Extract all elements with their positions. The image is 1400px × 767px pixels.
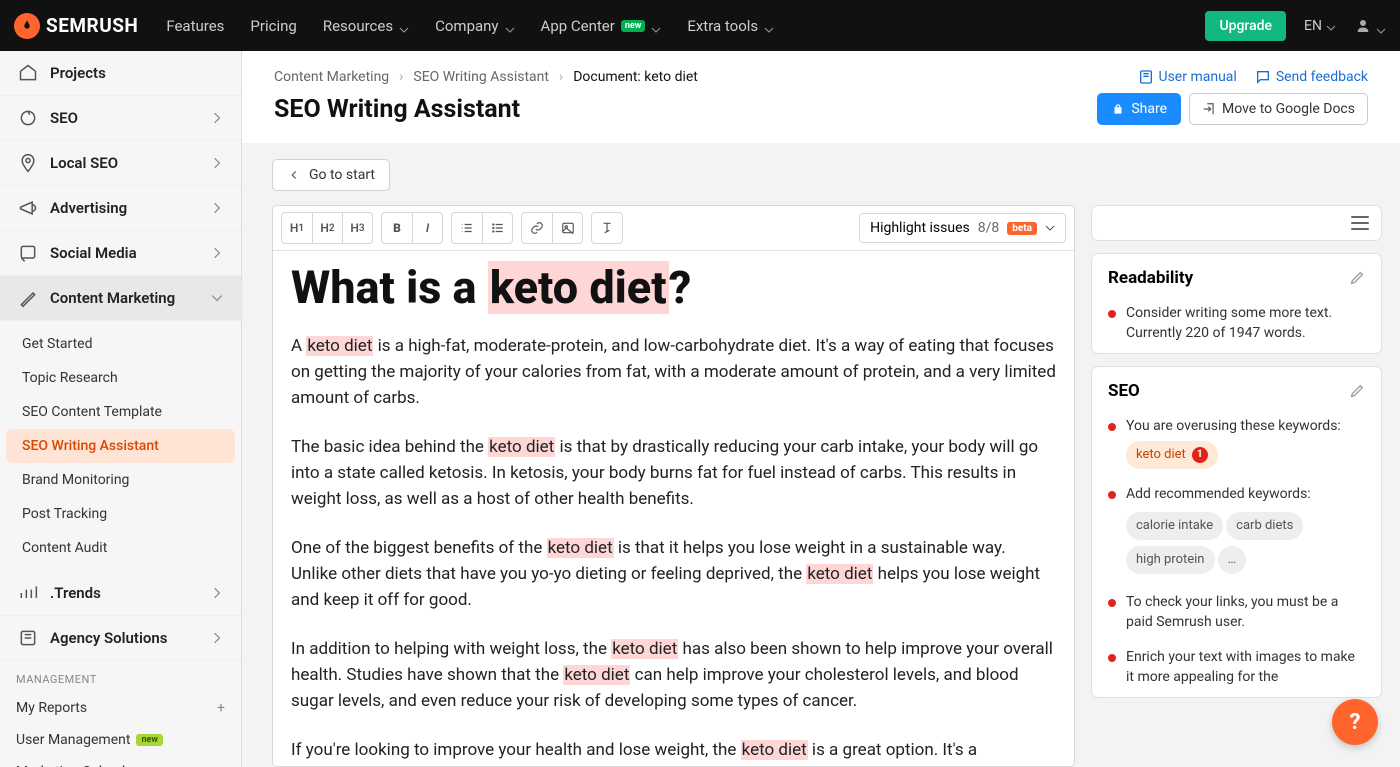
breadcrumb-current: Document: keto diet xyxy=(573,69,698,85)
panel-seo: SEO You are overusing these keywords: ket… xyxy=(1091,366,1382,698)
nav-pricing[interactable]: Pricing xyxy=(250,17,296,35)
new-badge: new xyxy=(136,734,163,746)
keyword-pill[interactable]: keto diet1 xyxy=(1126,441,1218,469)
highlight-issues-dropdown[interactable]: Highlight issues 8/8 beta xyxy=(859,213,1066,243)
help-fab[interactable]: ? xyxy=(1332,699,1378,745)
chevron-down-icon xyxy=(505,21,515,31)
h1-button[interactable]: H1 xyxy=(282,213,312,243)
sidebar-item-content-marketing[interactable]: Content Marketing xyxy=(0,276,241,321)
chevron-right-icon xyxy=(211,587,223,599)
editor-content[interactable]: What is a keto diet? A keto diet is a hi… xyxy=(273,251,1074,766)
sidebar-item-advertising[interactable]: Advertising xyxy=(0,186,241,231)
nav-features[interactable]: Features xyxy=(166,17,224,35)
mgmt-user-management[interactable]: User Managementnew xyxy=(0,724,241,756)
edit-icon[interactable] xyxy=(1349,383,1365,399)
h2-button[interactable]: H2 xyxy=(312,213,342,243)
panel-title: SEO xyxy=(1108,381,1140,401)
chevron-down-icon xyxy=(651,21,661,31)
chevron-down-icon xyxy=(1045,223,1055,233)
keyword-pill[interactable]: calorie intake xyxy=(1126,512,1223,540)
chevron-right-icon xyxy=(211,632,223,644)
edit-icon[interactable] xyxy=(1349,270,1365,286)
image-button[interactable] xyxy=(552,213,582,243)
chevron-down-icon xyxy=(399,21,409,31)
sidebar-sub-topic-research[interactable]: Topic Research xyxy=(6,361,235,395)
nav-app-center[interactable]: App Centernew xyxy=(541,17,662,35)
page-title: SEO Writing Assistant xyxy=(274,95,520,124)
plus-icon[interactable]: + xyxy=(217,700,225,716)
panel-title: Readability xyxy=(1108,268,1193,288)
move-to-docs-button[interactable]: Move to Google Docs xyxy=(1189,93,1368,125)
mgmt-my-reports[interactable]: My Reports+ xyxy=(0,692,241,724)
new-badge: new xyxy=(621,20,646,32)
menu-icon xyxy=(1351,216,1369,230)
go-to-start-button[interactable]: Go to start xyxy=(272,159,390,191)
brand-text: SEMRUSH xyxy=(46,14,138,37)
breadcrumb[interactable]: SEO Writing Assistant xyxy=(413,69,549,85)
sidebar-item-projects[interactable]: Projects xyxy=(0,51,241,96)
nav-company[interactable]: Company xyxy=(435,17,514,35)
sidebar-item-trends[interactable]: .Trends xyxy=(0,571,241,616)
brand-logo[interactable]: SEMRUSH xyxy=(14,13,138,39)
language-selector[interactable]: EN xyxy=(1304,18,1336,34)
sidebar-item-agency[interactable]: Agency Solutions xyxy=(0,616,241,661)
chevron-down-icon xyxy=(764,21,774,31)
breadcrumb[interactable]: Content Marketing xyxy=(274,69,389,85)
sidebar-item-local-seo[interactable]: Local SEO xyxy=(0,141,241,186)
user-menu[interactable] xyxy=(1354,17,1386,35)
ordered-list-button[interactable] xyxy=(452,213,482,243)
tip-text: You are overusing these keywords: xyxy=(1126,417,1341,437)
chevron-down-icon xyxy=(1376,21,1386,31)
beta-badge: beta xyxy=(1007,222,1037,235)
warning-dot-icon xyxy=(1108,599,1116,607)
tip-text: Consider writing some more text. Current… xyxy=(1126,304,1365,343)
keyword-pill[interactable]: high protein xyxy=(1126,546,1215,574)
upgrade-button[interactable]: Upgrade xyxy=(1205,11,1286,41)
link-button[interactable] xyxy=(522,213,552,243)
sidebar-sub-get-started[interactable]: Get Started xyxy=(6,327,235,361)
chevron-down-icon xyxy=(1326,21,1336,31)
unordered-list-button[interactable] xyxy=(482,213,512,243)
chevron-right-icon: › xyxy=(559,69,563,85)
chevron-right-icon xyxy=(211,247,223,259)
keyword-more[interactable]: … xyxy=(1218,546,1247,574)
nav-resources[interactable]: Resources xyxy=(323,17,409,35)
chevron-right-icon xyxy=(211,157,223,169)
sidebar-sub-content-template[interactable]: SEO Content Template xyxy=(6,395,235,429)
chevron-right-icon: › xyxy=(399,69,403,85)
chevron-down-icon xyxy=(211,292,223,304)
panel-readability: Readability Consider writing some more t… xyxy=(1091,253,1382,354)
warning-dot-icon xyxy=(1108,654,1116,662)
chevron-right-icon xyxy=(211,202,223,214)
sidebar-item-social-media[interactable]: Social Media xyxy=(0,231,241,276)
editor: H1 H2 H3 B I xyxy=(272,205,1075,767)
nav-extra-tools[interactable]: Extra tools xyxy=(687,17,774,35)
sidebar-sub-brand-monitoring[interactable]: Brand Monitoring xyxy=(6,463,235,497)
mgmt-marketing-calendar[interactable]: Marketing Calendar xyxy=(0,756,241,767)
panel-options[interactable] xyxy=(1091,205,1382,241)
tip-text: Enrich your text with images to make it … xyxy=(1126,648,1365,687)
sidebar-sub-content-audit[interactable]: Content Audit xyxy=(6,531,235,565)
warning-dot-icon xyxy=(1108,491,1116,499)
user-manual-link[interactable]: User manual xyxy=(1138,69,1237,85)
italic-button[interactable]: I xyxy=(412,213,442,243)
send-feedback-link[interactable]: Send feedback xyxy=(1255,69,1368,85)
bold-button[interactable]: B xyxy=(382,213,412,243)
warning-dot-icon xyxy=(1108,423,1116,431)
clear-format-button[interactable] xyxy=(591,212,623,244)
h3-button[interactable]: H3 xyxy=(342,213,372,243)
warning-dot-icon xyxy=(1108,310,1116,318)
share-button[interactable]: Share xyxy=(1097,93,1181,125)
management-label: MANAGEMENT xyxy=(0,661,241,692)
sidebar-item-seo[interactable]: SEO xyxy=(0,96,241,141)
editor-toolbar: H1 H2 H3 B I xyxy=(273,206,1074,251)
keyword-pill[interactable]: carb diets xyxy=(1226,512,1303,540)
tip-text: To check your links, you must be a paid … xyxy=(1126,593,1365,632)
sidebar-sub-writing-assistant[interactable]: SEO Writing Assistant xyxy=(6,429,235,463)
sidebar-sub-post-tracking[interactable]: Post Tracking xyxy=(6,497,235,531)
flame-icon xyxy=(14,13,40,39)
chevron-right-icon xyxy=(211,112,223,124)
tip-text: Add recommended keywords: xyxy=(1126,485,1365,505)
sidebar: Projects SEO Local SEO Advertising Socia… xyxy=(0,51,242,767)
